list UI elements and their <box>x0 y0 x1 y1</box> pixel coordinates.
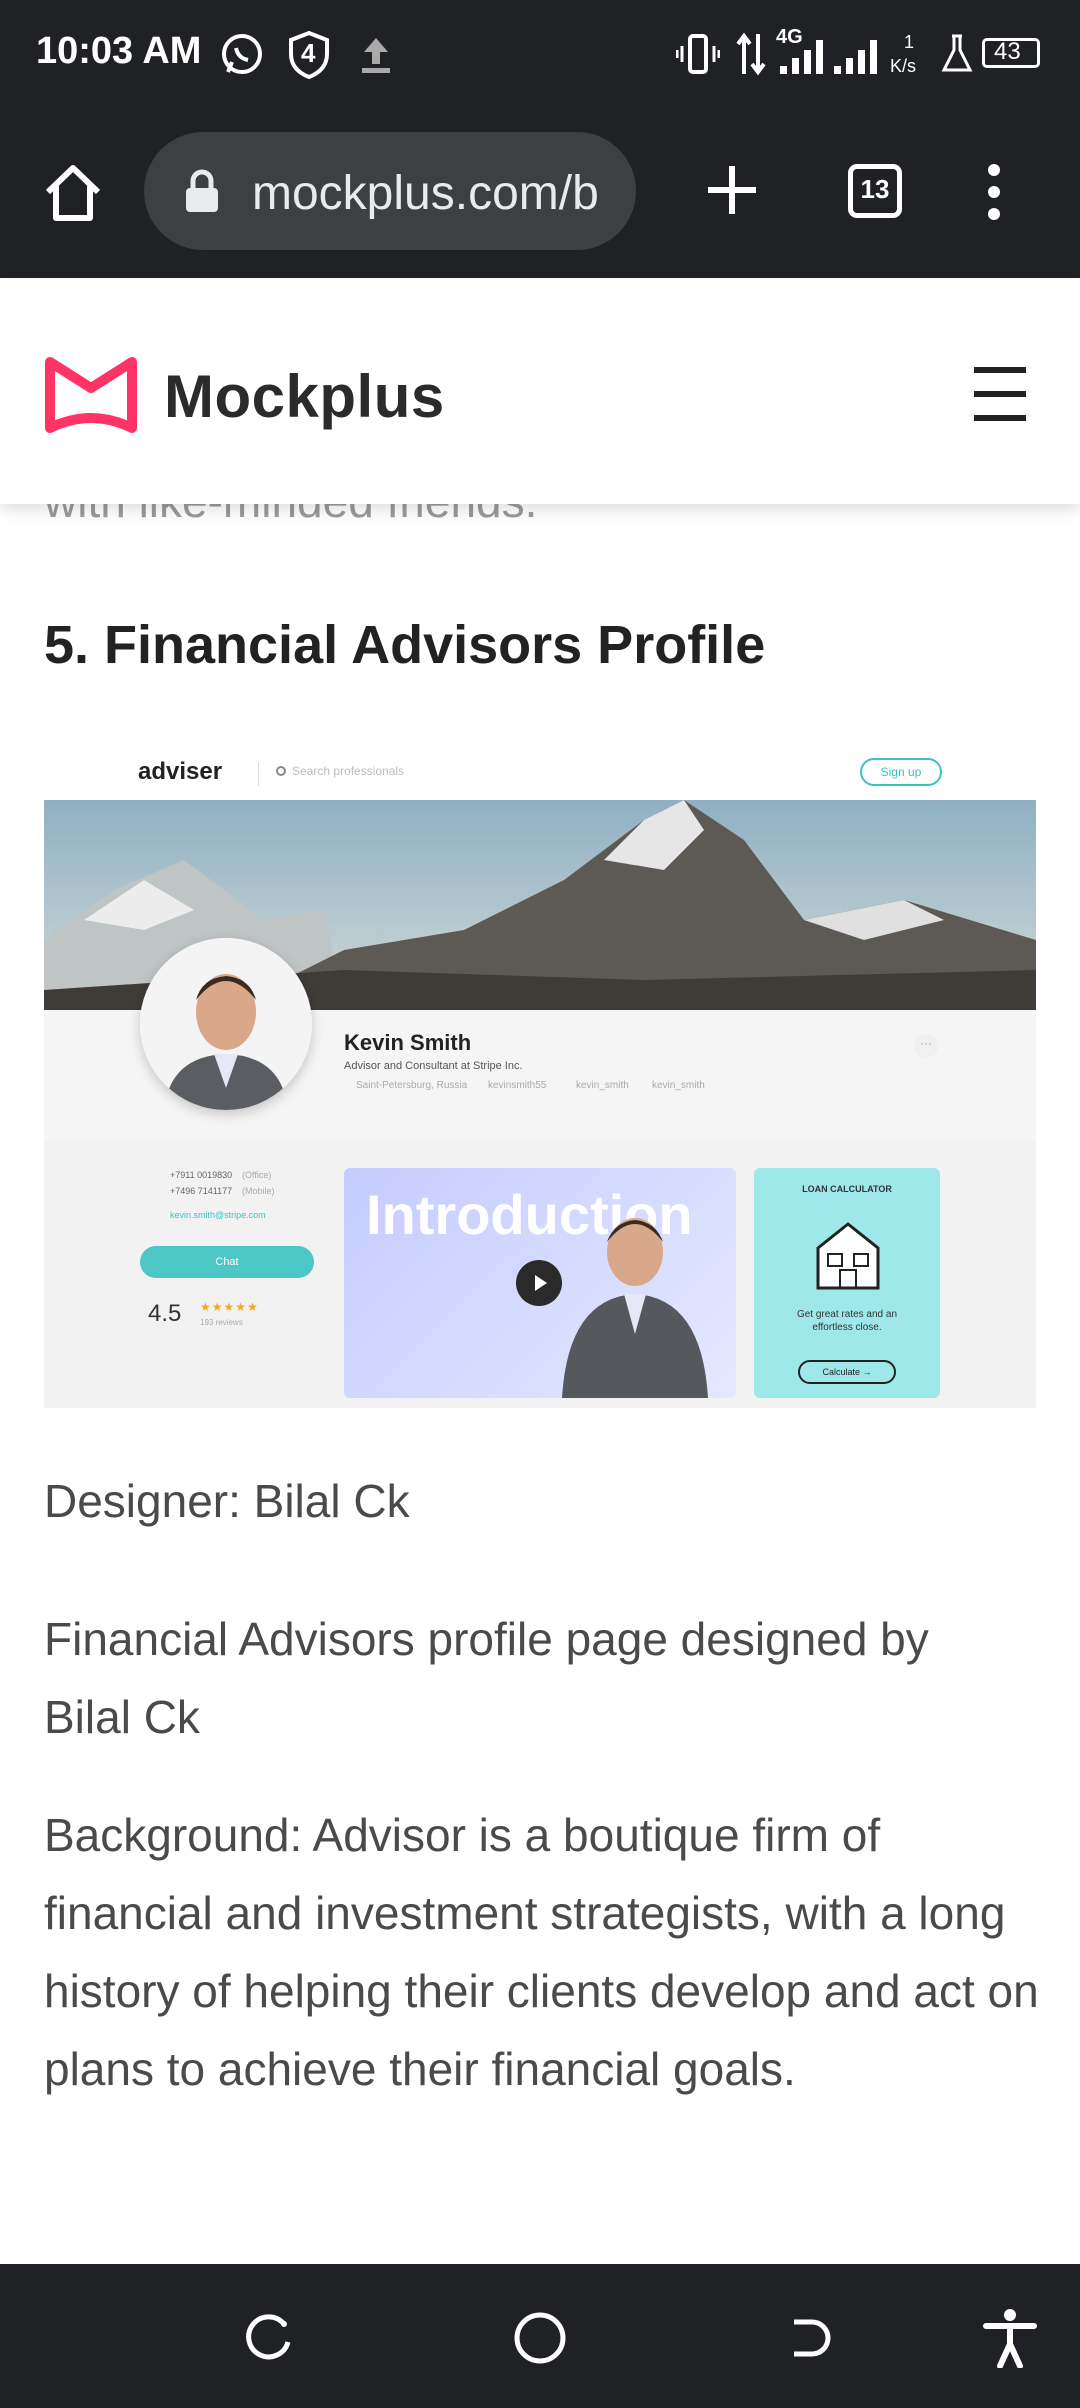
preview-social-3: kevin_smith <box>652 1080 705 1091</box>
preview-lower-panel: +7911 0019830 (Office) +7496 7141177 (Mo… <box>44 1140 1036 1408</box>
brand-name[interactable]: Mockplus <box>164 362 445 431</box>
tab-count: 13 <box>860 174 890 204</box>
preview-more-button: ··· <box>914 1034 938 1058</box>
new-tab-icon[interactable] <box>704 162 760 218</box>
description-paragraph: Financial Advisors profile page designed… <box>44 1613 929 1743</box>
preview-nav: adviser Search professionals Sign up <box>44 752 1036 800</box>
recent-apps-icon[interactable] <box>244 2312 296 2364</box>
vibrate-icon <box>676 34 720 74</box>
signal-icon-2 <box>834 40 877 74</box>
background-paragraph: Background: Advisor is a boutique firm o… <box>44 1809 1039 2095</box>
upload-icon <box>362 38 390 73</box>
preview-search-icon <box>276 766 286 776</box>
preview-reviews: 193 reviews <box>200 1318 243 1327</box>
shield-count: 4 <box>301 38 316 68</box>
preview-phone-office-label: (Office) <box>242 1170 272 1180</box>
preview-chat-label: Chat <box>215 1256 239 1268</box>
status-bar: 10:03 AM 4 4G 1 K/s 43 <box>0 0 1080 108</box>
design-preview-image: adviser Search professionals Sign up Kev… <box>44 752 1036 1408</box>
preview-video-card: Introduction <box>344 1168 736 1398</box>
accessibility-icon[interactable] <box>982 2308 1038 2368</box>
speed-value: 1 <box>904 32 915 52</box>
preview-rating: 4.5 <box>148 1300 182 1327</box>
whatsapp-icon <box>222 34 262 74</box>
browser-toolbar: mockplus.com/b 13 <box>0 108 1080 278</box>
designer-line: Designer: Bilal Ck <box>44 1475 410 1527</box>
preview-loan-title: LOAN CALCULATOR <box>802 1184 892 1194</box>
preview-location: Saint-Petersburg, Russia <box>356 1080 468 1091</box>
article-content: with like-minded friends. 5. Financial A… <box>0 504 1080 2264</box>
previous-paragraph-fragment: with like-minded friends. <box>44 504 537 528</box>
lock-icon <box>186 169 218 212</box>
site-header: Mockplus <box>0 280 1080 504</box>
data-transfer-icon <box>736 32 766 76</box>
flask-icon <box>941 34 973 72</box>
preview-loan-button: Calculate → <box>798 1360 896 1384</box>
section-heading: 5. Financial Advisors Profile <box>44 615 766 675</box>
preview-stars: ★★★★★ <box>200 1300 259 1314</box>
preview-search-divider <box>258 762 259 786</box>
mockplus-logo-icon[interactable] <box>44 354 138 436</box>
preview-social-2: kevin_smith <box>576 1080 629 1091</box>
preview-avatar <box>140 938 312 1110</box>
preview-title: Advisor and Consultant at Stripe Inc. <box>344 1060 523 1072</box>
preview-phone-mobile-label: (Mobile) <box>242 1186 275 1196</box>
preview-social-1: kevinsmith55 <box>488 1080 547 1091</box>
preview-chat-button: Chat <box>140 1246 314 1278</box>
preview-phone-office: +7911 0019830 <box>170 1170 233 1180</box>
speed-unit: K/s <box>890 56 917 76</box>
home-icon[interactable] <box>40 160 106 226</box>
back-icon[interactable] <box>784 2312 836 2364</box>
url-text: mockplus.com/b <box>252 167 599 220</box>
house-illustration-icon <box>816 1222 880 1290</box>
preview-loan-card: LOAN CALCULATOR Get great rates and an e… <box>754 1168 940 1398</box>
play-icon <box>516 1260 562 1306</box>
hamburger-menu-icon[interactable] <box>972 366 1028 422</box>
home-button-icon[interactable] <box>512 2310 568 2366</box>
url-bar[interactable]: mockplus.com/b <box>144 132 636 250</box>
preview-signup-button: Sign up <box>860 758 942 786</box>
preview-email: kevin.smith@stripe.com <box>170 1210 266 1220</box>
more-options-icon[interactable] <box>982 162 1006 222</box>
battery-level: 43 <box>994 38 1021 65</box>
preview-logo: adviser <box>138 758 223 785</box>
preview-name: Kevin Smith <box>344 1030 472 1055</box>
status-time: 10:03 AM <box>36 30 202 72</box>
system-navigation-bar <box>0 2264 1080 2408</box>
preview-phone-mobile: +7496 7141177 <box>170 1186 233 1196</box>
preview-search-placeholder: Search professionals <box>292 764 405 778</box>
preview-video-person <box>562 1218 708 1398</box>
signal-icon <box>780 40 823 74</box>
preview-loan-text: Get great rates and an effortless close. <box>796 1309 898 1333</box>
